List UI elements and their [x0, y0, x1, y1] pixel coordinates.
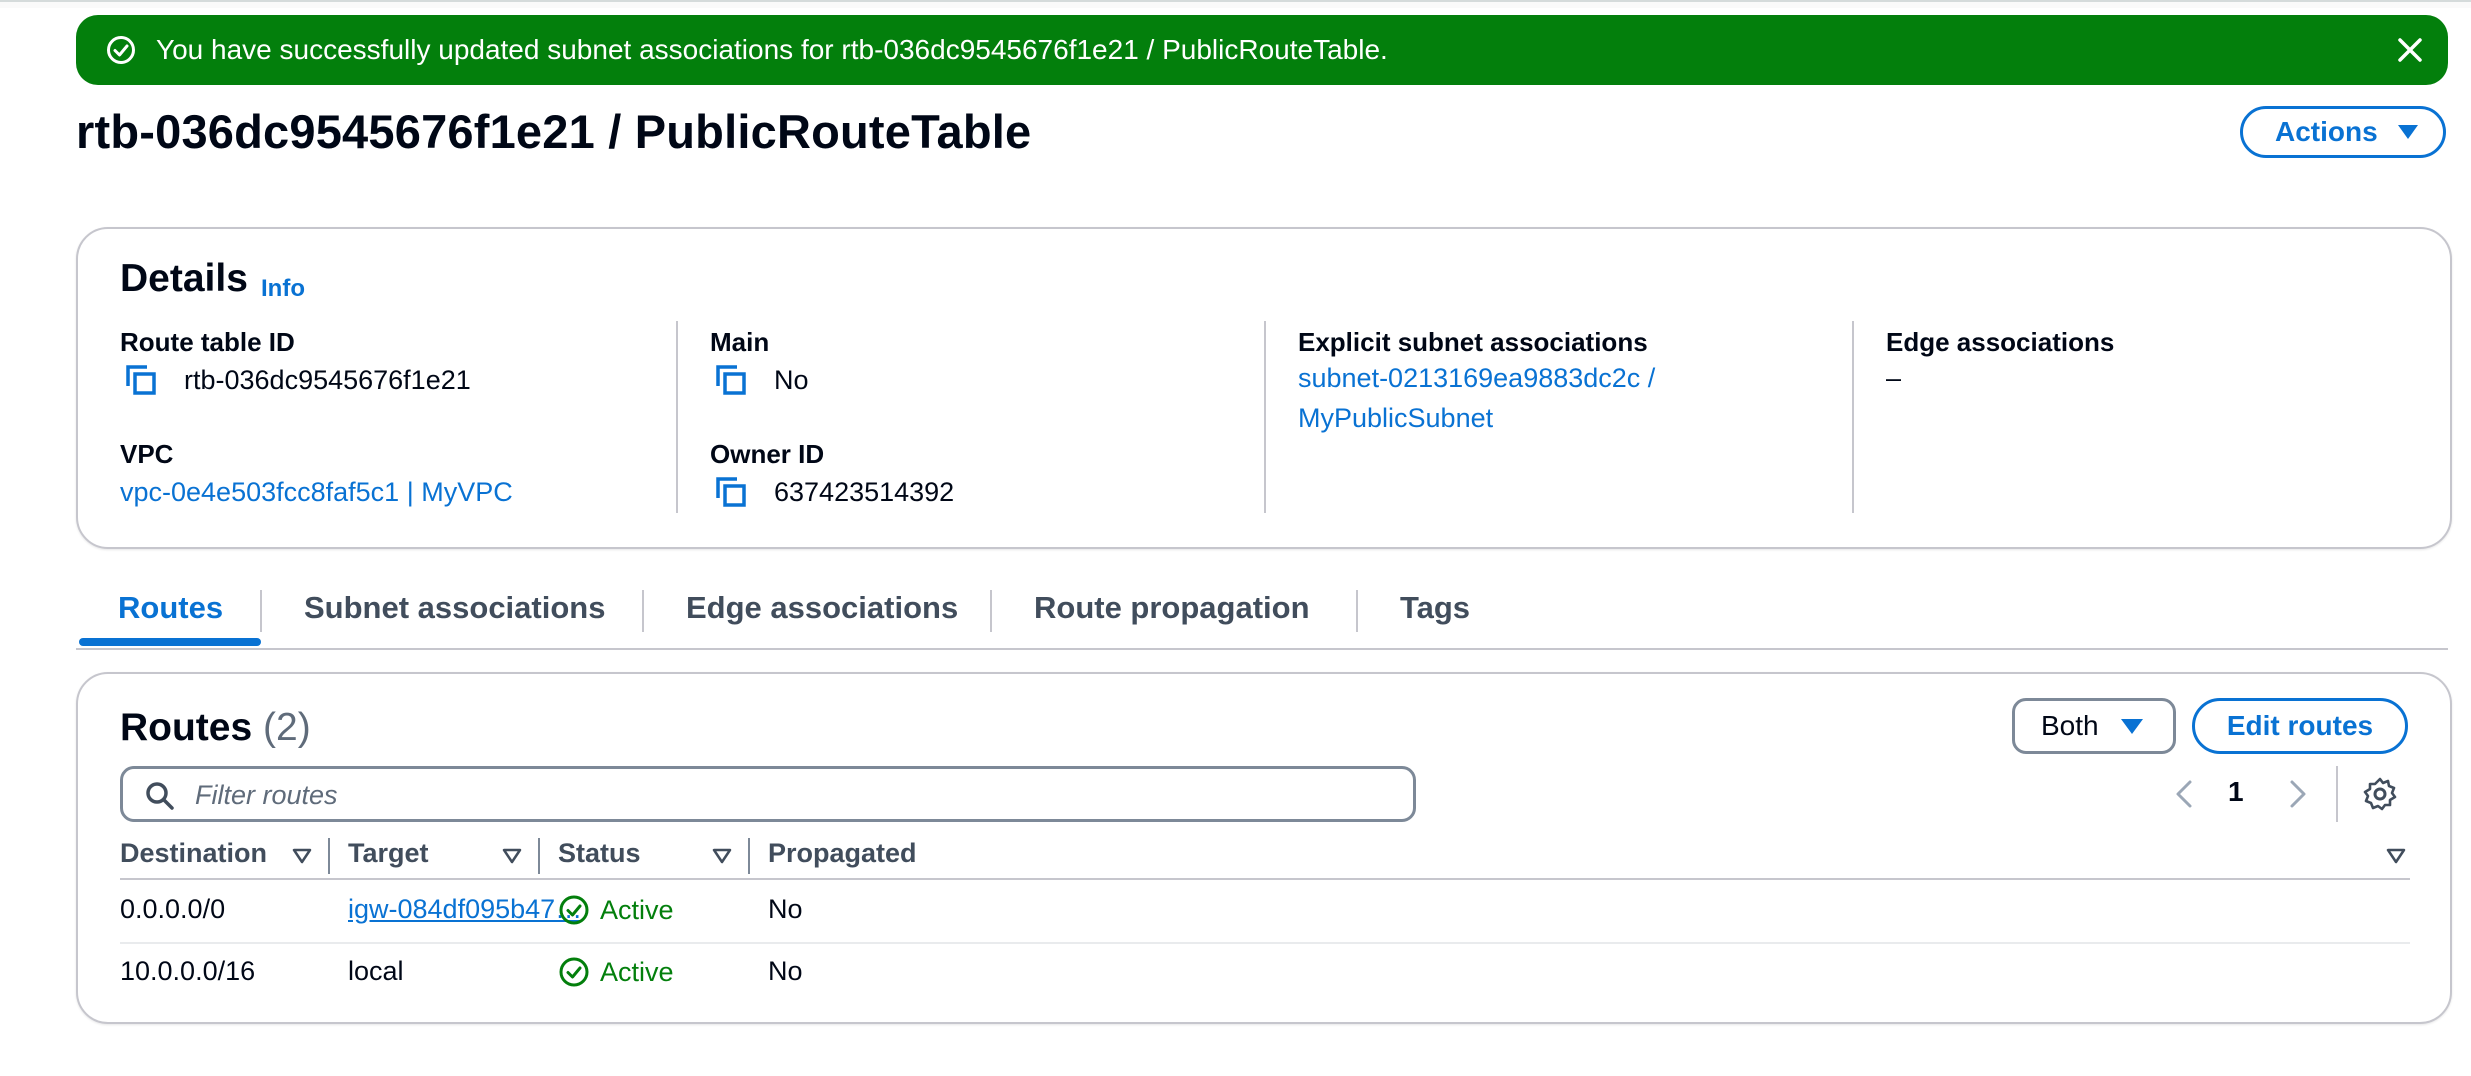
routes-table-header: Destination Target Status Propagated: [120, 834, 2410, 880]
column-divider: [676, 321, 678, 513]
owner-id-value: 637423514392: [714, 475, 954, 509]
route-table-id-label: Route table ID: [120, 327, 295, 357]
route-table-id-text: rtb-036dc9545676f1e21: [184, 364, 471, 395]
explicit-subnet-link-name[interactable]: MyPublicSubnet: [1298, 403, 1493, 434]
routes-title-text: Routes: [120, 706, 253, 749]
caret-down-icon: [2397, 125, 2418, 139]
route-filter-select-value: Both: [2041, 710, 2099, 741]
main-text: No: [774, 364, 809, 395]
status-cell: Active: [558, 956, 674, 988]
tab-route-propagation[interactable]: Route propagation: [1034, 590, 1310, 626]
check-circle-icon: [107, 36, 135, 64]
column-resizer[interactable]: [538, 838, 540, 874]
tab-separator: [990, 590, 992, 632]
copy-icon[interactable]: [124, 363, 158, 397]
caret-down-icon: [2120, 718, 2143, 734]
copy-icon[interactable]: [714, 363, 748, 397]
table-row: 10.0.0.0/16 local Active No: [120, 942, 2410, 1004]
column-header-destination[interactable]: Destination: [120, 838, 267, 869]
target-cell: local: [348, 956, 404, 986]
current-page-number[interactable]: 1: [2228, 776, 2244, 808]
check-circle-icon: [559, 895, 589, 925]
active-tab-indicator: [79, 638, 261, 646]
column-divider: [1852, 321, 1854, 513]
status-cell: Active: [558, 894, 674, 926]
edge-associations-value: –: [1886, 363, 1902, 393]
top-border: [0, 0, 2471, 8]
vpc-link[interactable]: vpc-0e4e503fcc8faf5c1 | MyVPC: [120, 477, 513, 508]
close-icon[interactable]: [2392, 32, 2428, 68]
status-text: Active: [600, 894, 674, 925]
explicit-subnet-link[interactable]: subnet-0213169ea9883dc2c /: [1298, 363, 1655, 394]
table-row: 0.0.0.0/0 igw-084df095b47… Active No: [120, 880, 2410, 944]
column-header-propagated[interactable]: Propagated: [768, 838, 917, 869]
main-value: No: [714, 363, 809, 397]
column-resizer[interactable]: [748, 838, 750, 874]
actions-button-label: Actions: [2275, 116, 2378, 147]
owner-id-text: 637423514392: [774, 476, 955, 507]
search-icon: [146, 782, 174, 810]
tab-bar: Routes Subnet associations Edge associat…: [76, 580, 2448, 650]
actions-button[interactable]: Actions: [2240, 106, 2446, 158]
column-header-target[interactable]: Target: [348, 838, 429, 869]
sort-icon[interactable]: [292, 848, 312, 864]
chevron-left-icon[interactable]: [2172, 774, 2196, 814]
tab-separator: [260, 590, 262, 632]
filter-routes-input[interactable]: [193, 777, 1397, 813]
success-flash-banner: You have successfully updated subnet ass…: [76, 15, 2448, 85]
column-resizer[interactable]: [328, 838, 330, 874]
flash-message: You have successfully updated subnet ass…: [156, 34, 1388, 65]
vpc-label: VPC: [120, 439, 174, 469]
sort-icon[interactable]: [712, 848, 732, 864]
tab-separator: [1356, 590, 1358, 632]
destination-cell: 0.0.0.0/0: [120, 894, 226, 924]
routes-title: Routes (2): [120, 706, 311, 750]
check-circle-icon: [559, 957, 589, 987]
tab-subnet-associations[interactable]: Subnet associations: [304, 590, 605, 626]
tab-separator: [642, 590, 644, 632]
main-label: Main: [710, 327, 770, 357]
edge-associations-label: Edge associations: [1886, 327, 2115, 357]
copy-icon[interactable]: [714, 475, 748, 509]
routes-count: (2): [263, 706, 311, 749]
edit-routes-button[interactable]: Edit routes: [2192, 698, 2408, 754]
propagated-cell: No: [768, 894, 803, 924]
page-title: rtb-036dc9545676f1e21 / PublicRouteTable: [76, 105, 1032, 158]
chevron-right-icon[interactable]: [2286, 774, 2310, 814]
routes-panel: Routes (2) Both Edit routes 1 Destinatio…: [76, 672, 2452, 1024]
gear-icon[interactable]: [2362, 776, 2398, 812]
column-divider: [1264, 321, 1266, 513]
route-table-id-value: rtb-036dc9545676f1e21: [124, 363, 471, 397]
details-panel: Details Info Route table ID rtb-036dc954…: [76, 227, 2452, 549]
info-link[interactable]: Info: [261, 275, 305, 303]
destination-cell: 10.0.0.0/16: [120, 956, 256, 986]
pager-separator: [2336, 766, 2338, 822]
explicit-subnet-associations-label: Explicit subnet associations: [1298, 327, 1648, 357]
sort-icon[interactable]: [2386, 848, 2406, 864]
owner-id-label: Owner ID: [710, 439, 825, 469]
tab-edge-associations[interactable]: Edge associations: [686, 590, 958, 626]
sort-icon[interactable]: [502, 848, 522, 864]
column-header-status[interactable]: Status: [558, 838, 641, 869]
filter-routes-field[interactable]: [120, 766, 1416, 822]
route-filter-select[interactable]: Both: [2012, 698, 2176, 754]
status-text: Active: [600, 956, 674, 987]
tab-routes[interactable]: Routes: [118, 590, 223, 626]
propagated-cell: No: [768, 956, 803, 986]
details-title: Details: [120, 257, 248, 300]
tab-tags[interactable]: Tags: [1400, 590, 1470, 626]
target-link[interactable]: igw-084df095b47…: [348, 894, 582, 925]
